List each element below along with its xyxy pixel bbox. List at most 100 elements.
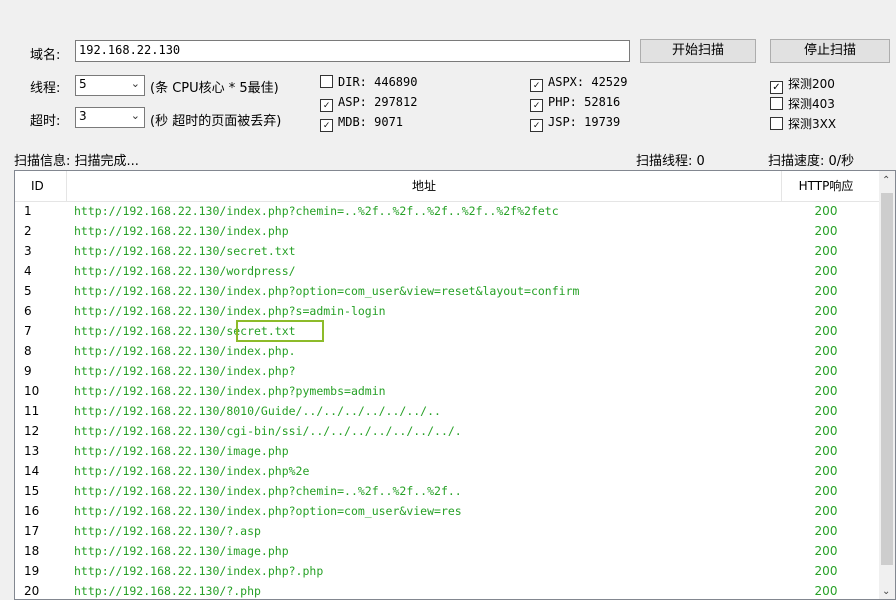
row-url: http://192.168.22.130/?.php xyxy=(74,584,261,598)
table-row[interactable]: 5 http://192.168.22.130/index.php?option=… xyxy=(15,281,881,301)
probe-200-label: 探测200 xyxy=(788,77,835,91)
row-id: 13 xyxy=(24,444,40,458)
checkmark-icon: ✓ xyxy=(320,99,333,112)
chevron-down-icon: ⌄ xyxy=(130,77,140,90)
dict-mdb-checkbox[interactable]: ✓ MDB: 9071 xyxy=(320,115,403,132)
row-http-code: 200 xyxy=(814,524,838,538)
table-row[interactable]: 12 http://192.168.22.130/cgi-bin/ssi/../.… xyxy=(15,421,881,441)
row-url: http://192.168.22.130/wordpress/ xyxy=(74,264,296,278)
table-row[interactable]: 2 http://192.168.22.130/index.php 200 xyxy=(15,221,881,241)
row-http-code: 200 xyxy=(814,544,838,558)
row-url: http://192.168.22.130/index.php%2e xyxy=(74,464,310,478)
table-row[interactable]: 13 http://192.168.22.130/image.php 200 xyxy=(15,441,881,461)
table-row[interactable]: 17 http://192.168.22.130/?.asp 200 xyxy=(15,521,881,541)
row-id: 1 xyxy=(24,204,32,218)
stop-scan-button[interactable]: 停止扫描 xyxy=(770,39,890,63)
highlight-box xyxy=(236,320,324,342)
threads-label: 线程: xyxy=(30,81,61,96)
row-url: http://192.168.22.130/index.php?chemin=.… xyxy=(74,204,559,218)
probe-200-checkbox[interactable]: ✓ 探测200 xyxy=(770,75,835,94)
scan-threads-status: 扫描线程: 0 xyxy=(636,154,705,169)
domain-input[interactable]: 192.168.22.130 xyxy=(75,40,630,62)
threads-select[interactable]: 5 ⌄ xyxy=(75,75,145,96)
row-url: http://192.168.22.130/image.php xyxy=(74,544,289,558)
dict-dir-checkbox[interactable]: DIR: 446890 xyxy=(320,75,417,89)
timeout-label: 超时: xyxy=(30,114,61,129)
row-url: http://192.168.22.130/index.php?chemin=.… xyxy=(74,484,462,498)
dict-asp-checkbox[interactable]: ✓ ASP: 297812 xyxy=(320,95,417,112)
row-http-code: 200 xyxy=(814,424,838,438)
row-url: http://192.168.22.130/index.php?.php xyxy=(74,564,324,578)
table-row[interactable]: 4 http://192.168.22.130/wordpress/200 xyxy=(15,261,881,281)
row-id: 11 xyxy=(24,404,40,418)
row-http-code: 200 xyxy=(814,564,838,578)
checkmark-icon: ✓ xyxy=(530,119,543,132)
row-http-code: 200 xyxy=(814,344,838,358)
row-id: 4 xyxy=(24,264,32,278)
row-id: 16 xyxy=(24,504,40,518)
vertical-scrollbar[interactable]: ⌃ ⌄ xyxy=(879,171,895,599)
timeout-select[interactable]: 3 ⌄ xyxy=(75,107,145,128)
row-url: http://192.168.22.130/index.php. xyxy=(74,344,296,358)
row-id: 12 xyxy=(24,424,40,438)
table-row[interactable]: 16 http://192.168.22.130/index.php?option… xyxy=(15,501,881,521)
dict-aspx-checkbox[interactable]: ✓ ASPX: 42529 xyxy=(530,75,627,92)
checkmark-icon: ✓ xyxy=(770,81,783,94)
table-row[interactable]: 1 http://192.168.22.130/index.php?chemin=… xyxy=(15,201,881,221)
probe-403-checkbox[interactable]: 探测403 xyxy=(770,95,835,112)
row-url: http://192.168.22.130/8010/Guide/../../.… xyxy=(74,404,441,418)
row-http-code: 200 xyxy=(814,404,838,418)
checkmark-icon: ✓ xyxy=(320,119,333,132)
checkmark-icon: ✓ xyxy=(530,79,543,92)
row-http-code: 200 xyxy=(814,444,838,458)
column-header-id[interactable]: ID xyxy=(31,171,44,201)
row-http-code: 200 xyxy=(814,244,838,258)
row-id: 8 xyxy=(24,344,32,358)
row-id: 17 xyxy=(24,524,40,538)
probe-3xx-checkbox[interactable]: 探测3XX xyxy=(770,115,836,132)
row-id: 9 xyxy=(24,364,32,378)
table-row[interactable]: 9 http://192.168.22.130/index.php? 200 xyxy=(15,361,881,381)
dict-jsp-checkbox[interactable]: ✓ JSP: 19739 xyxy=(530,115,620,132)
row-http-code: 200 xyxy=(814,484,838,498)
row-id: 14 xyxy=(24,464,40,478)
start-scan-button[interactable]: 开始扫描 xyxy=(640,39,756,63)
chevron-down-icon: ⌄ xyxy=(130,109,140,122)
scroll-down-icon[interactable]: ⌄ xyxy=(882,586,890,597)
timeout-hint: (秒 超时的页面被丢弃) xyxy=(150,114,282,129)
row-url: http://192.168.22.130/index.php xyxy=(74,224,289,238)
table-row[interactable]: 10 http://192.168.22.130/index.php?pymemb… xyxy=(15,381,881,401)
table-row[interactable]: 14 http://192.168.22.130/index.php%2e 200 xyxy=(15,461,881,481)
row-id: 10 xyxy=(24,384,40,398)
row-http-code: 200 xyxy=(814,264,838,278)
table-row[interactable]: 18 http://192.168.22.130/image.php 200 xyxy=(15,541,881,561)
table-row[interactable]: 15 http://192.168.22.130/index.php?chemin… xyxy=(15,481,881,501)
probe-3xx-label: 探测3XX xyxy=(788,117,837,131)
table-row[interactable]: 11 http://192.168.22.130/8010/Guide/../..… xyxy=(15,401,881,421)
results-table[interactable]: ID 地址 HTTP响应 1 http://192.168.22.130/inde… xyxy=(14,170,896,600)
row-id: 15 xyxy=(24,484,40,498)
checkmark-icon: ✓ xyxy=(530,99,543,112)
column-header-code[interactable]: HTTP响应 xyxy=(782,171,870,201)
row-url: http://192.168.22.130/index.php?pymembs=… xyxy=(74,384,386,398)
row-id: 5 xyxy=(24,284,32,298)
table-row[interactable]: 8 http://192.168.22.130/index.php. 200 xyxy=(15,341,881,361)
column-header-url[interactable]: 地址 xyxy=(67,171,781,201)
checkbox-empty-icon xyxy=(320,75,333,88)
timeout-value: 3 xyxy=(79,109,87,123)
scan-speed-status: 扫描速度: 0/秒 xyxy=(768,154,855,169)
row-http-code: 200 xyxy=(814,284,838,298)
table-row[interactable]: 19 http://192.168.22.130/index.php?.php 20… xyxy=(15,561,881,581)
scroll-up-icon[interactable]: ⌃ xyxy=(882,175,890,186)
dict-php-checkbox[interactable]: ✓ PHP: 52816 xyxy=(530,95,620,112)
dict-jsp-label: JSP: 19739 xyxy=(548,115,621,129)
row-url: http://192.168.22.130/index.php?option=c… xyxy=(74,504,462,518)
table-row[interactable]: 3 http://192.168.22.130/secret.txt 200 xyxy=(15,241,881,261)
row-id: 6 xyxy=(24,304,32,318)
table-row[interactable]: 6 http://192.168.22.130/index.php?s=admin… xyxy=(15,301,881,321)
row-id: 18 xyxy=(24,544,40,558)
table-row[interactable]: 20 http://192.168.22.130/?.php 200 xyxy=(15,581,881,599)
table-row[interactable]: 7 http://192.168.22.130/secret.txt 200 xyxy=(15,321,881,341)
row-id: 3 xyxy=(24,244,32,258)
scrollbar-thumb[interactable] xyxy=(881,193,893,565)
